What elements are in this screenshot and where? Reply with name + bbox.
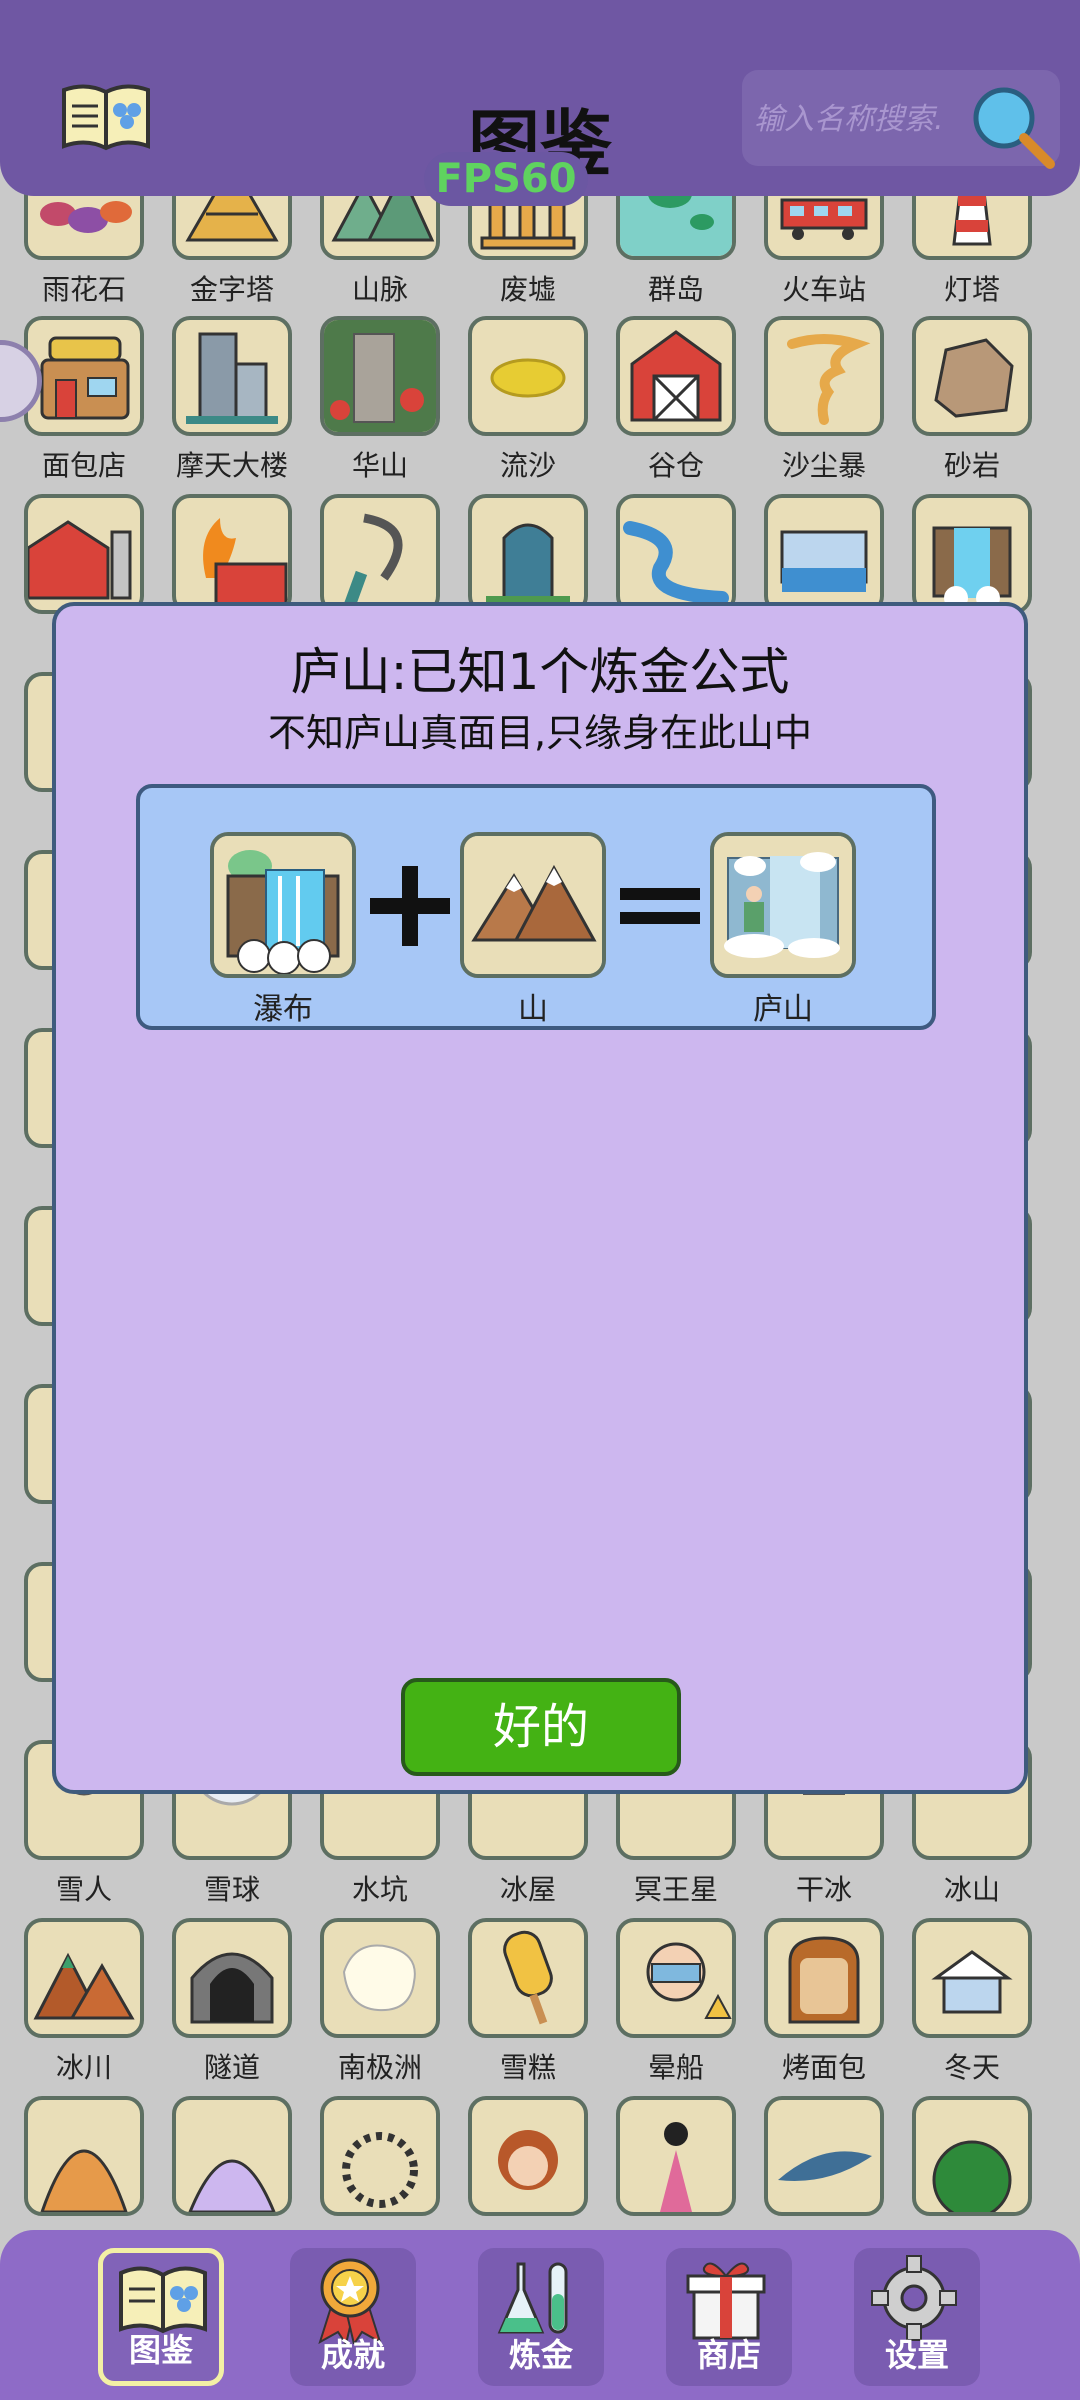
plus-icon [370, 866, 450, 946]
nav-tab-settings[interactable]: 设置 [854, 2248, 980, 2386]
tile-pearl-shell[interactable] [172, 2096, 292, 2216]
tile-label: 隧道 [203, 2051, 260, 2084]
tile-label: 雪球 [203, 1873, 260, 1906]
app-root: 雨花石 金字塔 山脉 废墟 群岛 火车站 灯塔 面包店 摩天大楼 华山 流沙 谷… [0, 0, 1080, 2400]
tile-tunnel[interactable] [172, 1918, 292, 2038]
fps-counter: FPS60 [424, 152, 588, 206]
mountain-icon[interactable] [460, 832, 606, 978]
tile-fire-wall[interactable] [172, 494, 292, 614]
search-box [742, 70, 1060, 169]
tile-label: 砂岩 [943, 449, 1000, 482]
tile-label: 沙尘暴 [781, 449, 866, 482]
tile-barn[interactable] [616, 316, 736, 436]
ingredient-label: 瀑布 [253, 992, 313, 1027]
tile-label: 冥王星 [633, 1873, 718, 1906]
tile-label: 雪人 [55, 1873, 112, 1906]
search-input[interactable] [752, 88, 976, 150]
tile-glacier[interactable] [24, 1918, 144, 2038]
tile-bakery[interactable] [24, 316, 144, 436]
nav-label: 炼金 [508, 2336, 573, 2374]
tile-shell[interactable] [24, 2096, 144, 2216]
tile-winter[interactable] [912, 1918, 1032, 2038]
equals-icon [620, 888, 700, 924]
tile-girl[interactable] [468, 2096, 588, 2216]
tile-label: 雨花石 [41, 273, 126, 306]
tile-label: 冬天 [943, 2051, 1000, 2084]
tile-popsicle[interactable] [468, 1918, 588, 2038]
tile-label: 废墟 [499, 273, 556, 306]
formula-dialog: 庐山:已知1个炼金公式 不知庐山真面目,只缘身在此山中 瀑布 山 庐山 好的 [52, 602, 1028, 1794]
tile-label: 水坑 [351, 1873, 408, 1906]
tile-label: 干冰 [795, 1873, 852, 1906]
ok-button[interactable]: 好的 [401, 1678, 681, 1776]
tile-label: 南极洲 [337, 2051, 422, 2084]
magnifier-icon[interactable] [966, 80, 1056, 170]
result-label: 庐山 [753, 992, 813, 1027]
tile-label: 雪糕 [499, 2051, 556, 2084]
nav-tab-achievements[interactable]: 成就 [290, 2248, 416, 2386]
nav-tab-alchemy[interactable]: 炼金 [478, 2248, 604, 2386]
tile-antarctica[interactable] [320, 1918, 440, 2038]
tile-label: 山脉 [351, 273, 408, 306]
tile-label: 冰川 [55, 2051, 112, 2084]
tile-label: 华山 [351, 449, 408, 482]
dialog-title: 庐山:已知1个炼金公式 [290, 643, 790, 701]
tile-quicksand[interactable] [468, 316, 588, 436]
nav-label: 设置 [884, 2336, 949, 2374]
tile-toast[interactable] [764, 1918, 884, 2038]
waterfall-icon[interactable] [210, 832, 356, 978]
bottom-nav: 图鉴 成就 炼金 商店 设置 [0, 2230, 1080, 2400]
tile-label: 冰山 [943, 1873, 1000, 1906]
tile-lady[interactable] [616, 2096, 736, 2216]
tile-farm[interactable] [24, 494, 144, 614]
tile-sandstone[interactable] [912, 316, 1032, 436]
tile-label: 冰屋 [499, 1873, 556, 1906]
recipe-card: 瀑布 山 庐山 [136, 784, 936, 1030]
tile-label: 烤面包 [781, 2051, 866, 2084]
nav-tab-encyclopedia[interactable]: 图鉴 [98, 2248, 224, 2386]
tile-label: 流沙 [499, 449, 556, 482]
nav-label: 图鉴 [128, 2331, 193, 2369]
tile-dam[interactable] [764, 494, 884, 614]
tile-label: 晕船 [647, 2051, 704, 2084]
tile-necklace[interactable] [320, 2096, 440, 2216]
tile-huashan[interactable] [320, 316, 440, 436]
tile-sickle[interactable] [320, 494, 440, 614]
tile-waterfall-small[interactable] [912, 494, 1032, 614]
tile-label: 金字塔 [189, 273, 274, 306]
tile-label: 面包店 [41, 449, 126, 482]
tile-label: 火车站 [781, 273, 866, 306]
tile-sandstorm[interactable] [764, 316, 884, 436]
dialog-subtitle: 不知庐山真面目,只缘身在此山中 [267, 711, 813, 755]
tile-skyscraper[interactable] [172, 316, 292, 436]
tile-river[interactable] [616, 494, 736, 614]
tile-grave[interactable] [468, 494, 588, 614]
tile-label: 灯塔 [943, 273, 1000, 306]
tile-shark[interactable] [764, 2096, 884, 2216]
nav-label: 商店 [696, 2336, 761, 2374]
tile-label: 群岛 [647, 273, 704, 306]
tile-label: 摩天大楼 [175, 449, 288, 482]
tile-seasickness[interactable] [616, 1918, 736, 2038]
tile-label: 谷仓 [647, 449, 704, 482]
nav-tab-shop[interactable]: 商店 [666, 2248, 792, 2386]
ingredient-label: 山 [518, 992, 548, 1027]
tile-watermelon[interactable] [912, 2096, 1032, 2216]
nav-label: 成就 [320, 2336, 385, 2374]
lushan-icon[interactable] [710, 832, 856, 978]
